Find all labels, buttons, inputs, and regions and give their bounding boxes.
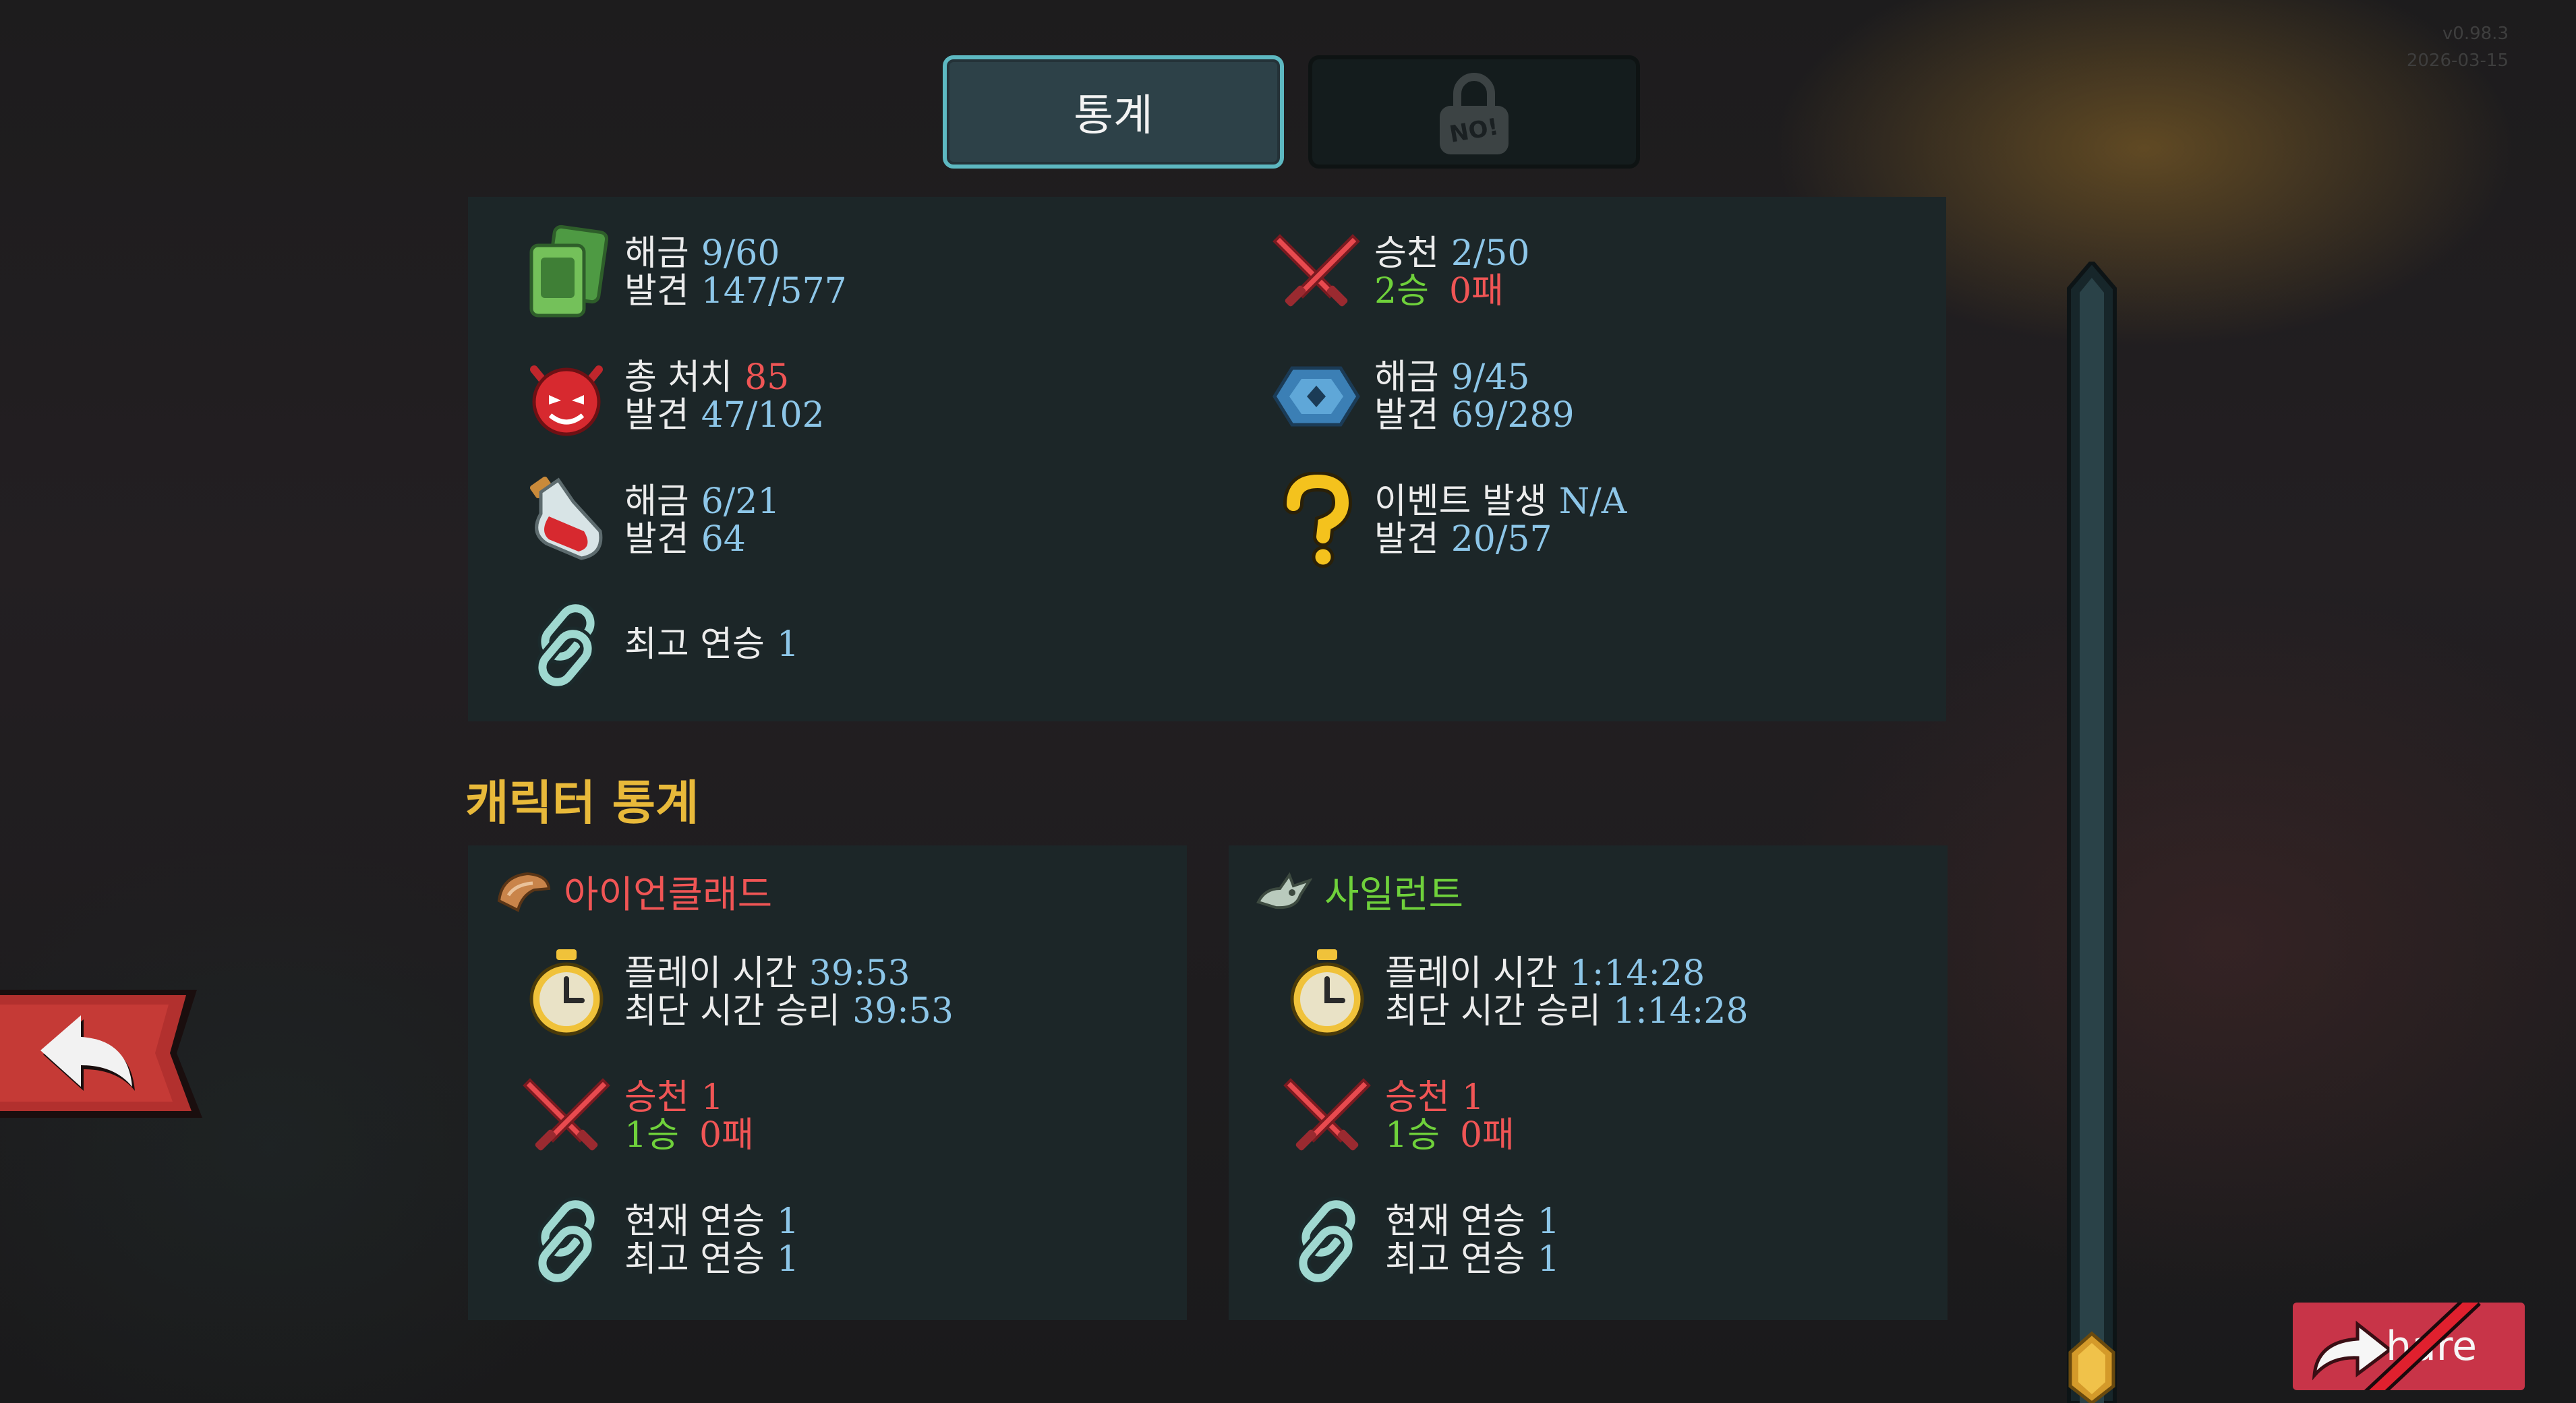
disabled-slash-icon bbox=[2364, 1303, 2481, 1390]
ironclad-playtime-label: 플레이 시간 bbox=[624, 953, 797, 994]
yellow-question-mark-icon bbox=[1268, 472, 1365, 569]
ironclad-losses: 0패 bbox=[699, 1115, 754, 1156]
green-card-stack-icon bbox=[518, 224, 615, 321]
ascension-stat: 승천 2/50 2승 0패 bbox=[1268, 224, 1529, 321]
events-value: N/A bbox=[1558, 481, 1627, 522]
events-found-value: 20/57 bbox=[1451, 519, 1552, 560]
silent-ascension-value: 1 bbox=[1461, 1077, 1484, 1118]
ironclad-ascension: 승천 1 1승 0패 bbox=[518, 1068, 754, 1165]
red-potion-icon bbox=[518, 472, 615, 569]
lock-icon: NO! bbox=[1440, 73, 1509, 154]
best-streak-stat: 최고 연승 1 bbox=[518, 596, 799, 693]
chain-link-icon bbox=[518, 1192, 615, 1289]
ironclad-playtime-value: 39:53 bbox=[809, 953, 910, 994]
back-button[interactable] bbox=[0, 986, 202, 1121]
relics-unlock-label: 해금 bbox=[1374, 357, 1439, 398]
events-found-label: 발견 bbox=[1374, 519, 1439, 560]
cards-stat: 해금 9/60 발견 147/577 bbox=[518, 224, 847, 321]
monsters-kills-label: 총 처치 bbox=[624, 357, 733, 398]
crossed-red-swords-icon bbox=[1268, 224, 1365, 321]
ironclad-current-streak-value: 1 bbox=[776, 1201, 799, 1242]
best-streak-label: 최고 연승 bbox=[624, 624, 765, 665]
silent-streak: 현재 연승 1 최고 연승 1 bbox=[1279, 1192, 1560, 1289]
ascension-value: 2/50 bbox=[1451, 233, 1530, 274]
tab-locked[interactable]: NO! bbox=[1308, 55, 1640, 169]
silent-playtime-label: 플레이 시간 bbox=[1385, 953, 1558, 994]
ironclad-current-streak-label: 현재 연승 bbox=[624, 1201, 765, 1242]
stopwatch-icon bbox=[1279, 944, 1376, 1041]
ironclad-best-streak-value: 1 bbox=[776, 1239, 799, 1280]
silent-name: 사일런트 bbox=[1324, 873, 1464, 917]
ironclad-wins: 1승 bbox=[624, 1115, 679, 1156]
cards-found-label: 발견 bbox=[624, 271, 689, 311]
potions-found-value: 64 bbox=[701, 519, 746, 560]
silent-current-streak-value: 1 bbox=[1537, 1201, 1560, 1242]
potions-unlock-value: 6/21 bbox=[701, 481, 780, 522]
ironclad-ascension-value: 1 bbox=[701, 1077, 724, 1118]
silent-playtime: 플레이 시간 1:14:28 최단 시간 승리 1:14:28 bbox=[1279, 944, 1749, 1041]
silent-crest-icon bbox=[1256, 872, 1312, 909]
potions-stat: 해금 6/21 발견 64 bbox=[518, 472, 780, 569]
silent-best-streak-value: 1 bbox=[1537, 1239, 1560, 1280]
scrollbar[interactable] bbox=[2066, 262, 2117, 1403]
tab-stats-label: 통계 bbox=[1074, 91, 1153, 141]
events-label: 이벤트 발생 bbox=[1374, 481, 1547, 522]
ironclad-helmet-icon bbox=[497, 872, 551, 912]
silent-fastest-label: 최단 시간 승리 bbox=[1385, 991, 1602, 1032]
monsters-found-value: 47/102 bbox=[701, 395, 825, 436]
crossed-red-swords-icon bbox=[518, 1068, 615, 1165]
relics-found-label: 발견 bbox=[1374, 395, 1439, 436]
best-streak-value: 1 bbox=[776, 624, 799, 665]
silent-header: 사일런트 bbox=[1256, 864, 1463, 919]
silent-current-streak-label: 현재 연승 bbox=[1385, 1201, 1525, 1242]
cards-found-value: 147/577 bbox=[701, 271, 847, 311]
chain-link-icon bbox=[518, 596, 615, 693]
ironclad-best-streak-label: 최고 연승 bbox=[624, 1239, 765, 1280]
ironclad-ascension-label: 승천 bbox=[624, 1077, 689, 1118]
ascension-label: 승천 bbox=[1374, 233, 1439, 274]
version-number: v0.98.3 bbox=[2442, 24, 2509, 44]
stopwatch-icon bbox=[518, 944, 615, 1041]
potions-found-label: 발견 bbox=[624, 519, 689, 560]
crossed-red-swords-icon bbox=[1279, 1068, 1376, 1165]
potions-unlock-label: 해금 bbox=[624, 481, 689, 522]
monsters-kills-value: 85 bbox=[744, 357, 790, 398]
silent-ascension-label: 승천 bbox=[1385, 1077, 1450, 1118]
ironclad-header: 아이언클래드 bbox=[495, 864, 772, 919]
version-date: 2026-03-15 bbox=[2406, 51, 2509, 71]
events-stat: 이벤트 발생 N/A 발견 20/57 bbox=[1268, 472, 1627, 569]
ascension-losses: 0패 bbox=[1448, 271, 1504, 311]
ironclad-fastest-label: 최단 시간 승리 bbox=[624, 991, 841, 1032]
silent-fastest-value: 1:14:28 bbox=[1613, 991, 1749, 1032]
relics-unlock-value: 9/45 bbox=[1451, 357, 1530, 398]
ascension-wins: 2승 bbox=[1374, 271, 1429, 311]
general-stats-panel: 해금 9/60 발견 147/577 승천 2/50 2승 0패 총 처치 85… bbox=[468, 197, 1946, 721]
cards-unlock-label: 해금 bbox=[624, 233, 689, 274]
relics-stat: 해금 9/45 발견 69/289 bbox=[1268, 348, 1575, 445]
silent-playtime-value: 1:14:28 bbox=[1569, 953, 1705, 994]
ironclad-fastest-value: 39:53 bbox=[852, 991, 954, 1032]
red-demon-face-icon bbox=[518, 348, 615, 445]
monsters-found-label: 발견 bbox=[624, 395, 689, 436]
share-button[interactable]: hare bbox=[2293, 1303, 2525, 1390]
ironclad-playtime: 플레이 시간 39:53 최단 시간 승리 39:53 bbox=[518, 944, 954, 1041]
blue-relic-icon bbox=[1268, 348, 1365, 445]
ironclad-streak: 현재 연승 1 최고 연승 1 bbox=[518, 1192, 799, 1289]
silent-wins: 1승 bbox=[1385, 1115, 1440, 1156]
silent-ascension: 승천 1 1승 0패 bbox=[1279, 1068, 1515, 1165]
character-panel-silent: 사일런트 플레이 시간 1:14:28 최단 시간 승리 1:14:28 승천 … bbox=[1229, 845, 1948, 1320]
silent-best-streak-label: 최고 연승 bbox=[1385, 1239, 1525, 1280]
version-info: v0.98.3 2026-03-15 bbox=[2407, 20, 2509, 74]
ironclad-name: 아이언클래드 bbox=[564, 873, 773, 917]
silent-losses: 0패 bbox=[1459, 1115, 1515, 1156]
tab-stats[interactable]: 통계 bbox=[943, 55, 1284, 169]
relics-found-value: 69/289 bbox=[1451, 395, 1575, 436]
character-panel-ironclad: 아이언클래드 플레이 시간 39:53 최단 시간 승리 39:53 승천 1 … bbox=[468, 845, 1187, 1320]
chain-link-icon bbox=[1279, 1192, 1376, 1289]
cards-unlock-value: 9/60 bbox=[701, 233, 780, 274]
character-stats-title: 캐릭터 통계 bbox=[465, 775, 699, 831]
monsters-stat: 총 처치 85 발견 47/102 bbox=[518, 348, 825, 445]
